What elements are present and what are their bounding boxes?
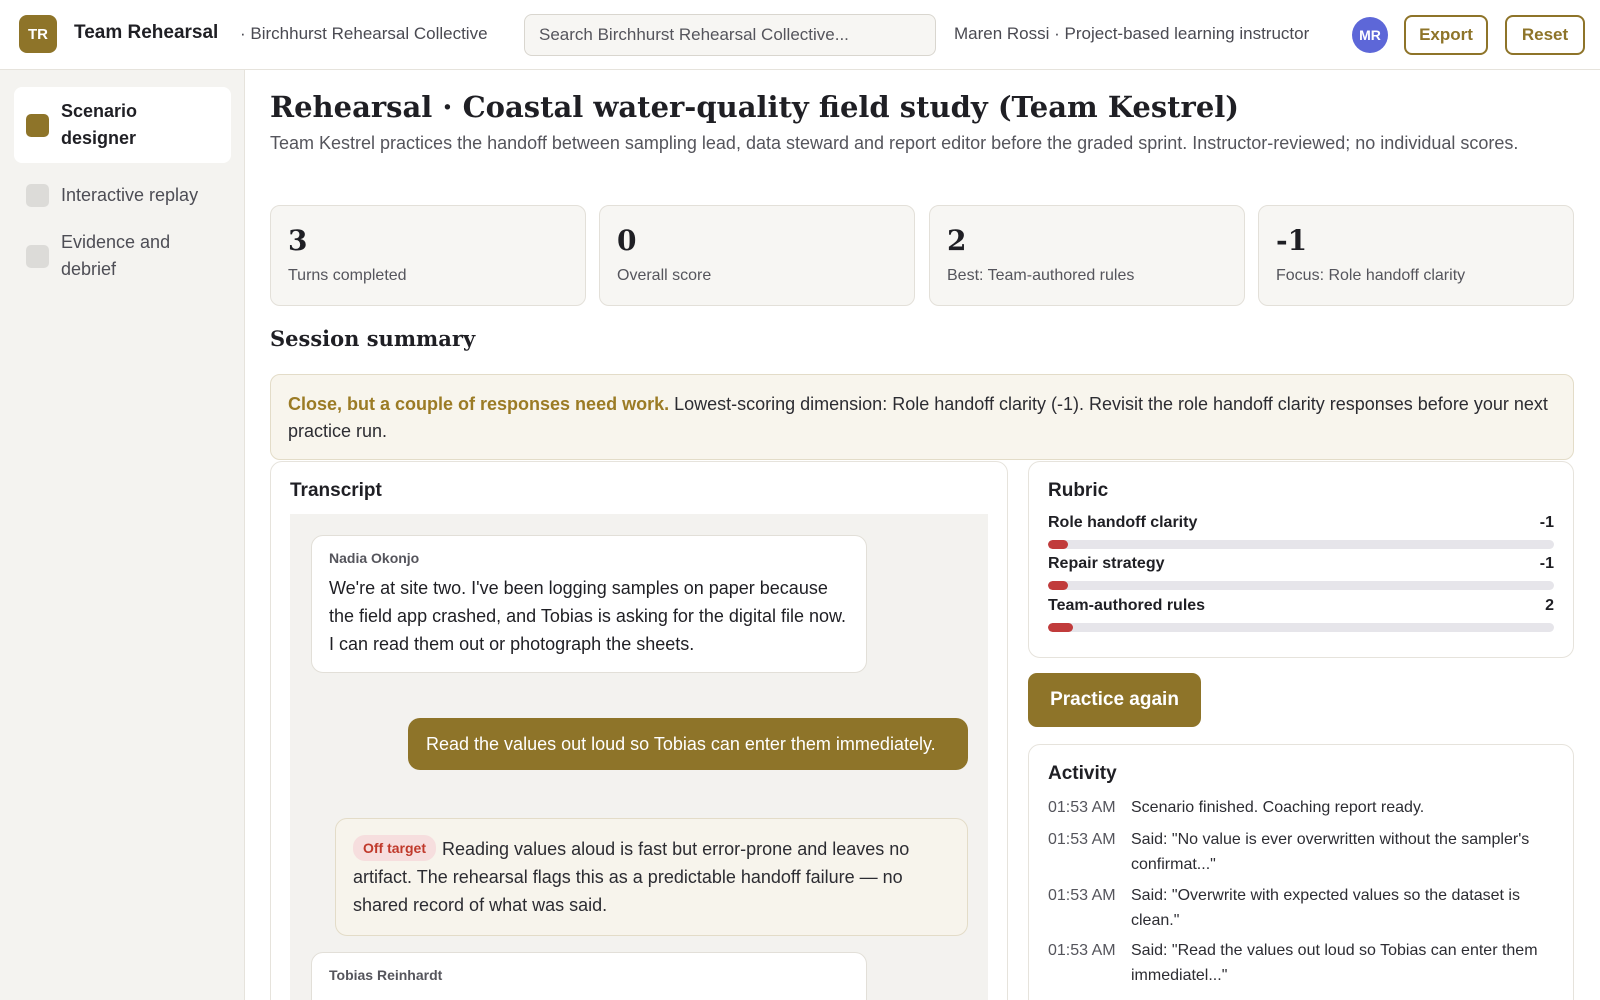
off-target-badge: Off target xyxy=(353,835,436,861)
nav-square-icon xyxy=(26,244,49,268)
activity-item: 01:53 AM Said: "Read the values out loud… xyxy=(1048,938,1558,988)
nav-square-icon xyxy=(26,183,49,207)
activity-item: 01:53 AM Said: "Overwrite with expected … xyxy=(1048,883,1558,933)
transcript-message: Nadia Okonjo We're at site two. I've bee… xyxy=(311,535,867,673)
activity-title: Activity xyxy=(1048,763,1117,784)
stat-card: -1 Focus: Role handoff clarity xyxy=(1258,205,1574,306)
rubric-bar-track xyxy=(1048,540,1554,549)
stat-label: Overall score xyxy=(617,267,712,284)
feedback-message: Off target Reading values aloud is fast b… xyxy=(335,818,968,936)
practice-again-button[interactable]: Practice again xyxy=(1028,673,1201,727)
activity-time: 01:53 AM xyxy=(1048,799,1116,816)
transcript-panel: Transcript Nadia Okonjo We're at site tw… xyxy=(270,461,1008,1000)
message-author: Tobias Reinhardt xyxy=(329,967,443,983)
rubric-dimension: Team-authored rules xyxy=(1048,597,1206,614)
rubric-bar-track xyxy=(1048,581,1554,590)
rubric-panel: Rubric Role handoff clarity -1 Repair st… xyxy=(1028,461,1574,658)
nav-square-icon xyxy=(26,113,49,137)
sidebar-item-label: Scenario designer xyxy=(61,101,138,148)
stat-card: 3 Turns completed xyxy=(270,205,586,306)
rubric-bar-fill xyxy=(1048,581,1069,590)
rubric-score: -1 xyxy=(1539,514,1554,531)
activity-text: Said: "Read the values out loud so Tobia… xyxy=(1131,942,1538,984)
stat-value: 3 xyxy=(288,224,308,257)
activity-text: Scenario finished. Coaching report ready… xyxy=(1131,799,1425,816)
transcript-message: Tobias Reinhardt xyxy=(311,952,867,1000)
rubric-title: Rubric xyxy=(1048,480,1109,501)
activity-panel: Activity 01:53 AM Scenario finished. Coa… xyxy=(1028,744,1574,1000)
session-summary-heading: Session summary xyxy=(270,326,476,351)
sidebar: Scenario designer Interactive replay Evi… xyxy=(0,70,245,1000)
stat-label: Turns completed xyxy=(288,267,407,284)
sidebar-item-interactive-replay[interactable]: Interactive replay xyxy=(14,175,231,215)
app-title: Team Rehearsal xyxy=(74,22,219,43)
rubric-row: Team-authored rules 2 xyxy=(1048,597,1554,632)
page-subtitle: Team Kestrel practices the handoff betwe… xyxy=(270,133,1519,153)
app-logo: TR xyxy=(19,15,57,53)
stat-value: -1 xyxy=(1276,224,1308,257)
sidebar-item-scenario-designer[interactable]: Scenario designer xyxy=(14,87,231,163)
activity-time: 01:53 AM xyxy=(1048,942,1116,959)
transcript-scroll-area[interactable]: Nadia Okonjo We're at site two. I've bee… xyxy=(290,514,988,1000)
rubric-dimension: Role handoff clarity xyxy=(1048,514,1198,531)
message-author: Nadia Okonjo xyxy=(329,550,420,566)
rubric-score: -1 xyxy=(1539,555,1554,572)
activity-text: Said: "No value is ever overwritten with… xyxy=(1131,831,1530,873)
activity-item: 01:53 AM Said: "No value is ever overwri… xyxy=(1048,827,1558,877)
summary-callout: Close, but a couple of responses need wo… xyxy=(270,374,1574,460)
rubric-row: Role handoff clarity -1 xyxy=(1048,514,1554,549)
export-button[interactable]: Export xyxy=(1404,15,1488,55)
rubric-score: 2 xyxy=(1545,597,1554,614)
user-response-message: Read the values out loud so Tobias can e… xyxy=(408,718,968,770)
activity-item: 01:53 AM Scenario finished. Coaching rep… xyxy=(1048,795,1558,820)
stat-card: 2 Best: Team-authored rules xyxy=(929,205,1245,306)
feedback-text: Reading values aloud is fast but error-p… xyxy=(353,839,910,915)
transcript-title: Transcript xyxy=(290,480,382,501)
avatar[interactable]: MR xyxy=(1352,17,1388,53)
rubric-row: Repair strategy -1 xyxy=(1048,555,1554,590)
stat-label: Best: Team-authored rules xyxy=(947,267,1135,284)
rubric-bar-fill xyxy=(1048,623,1074,632)
activity-text: Said: "Overwrite with expected values so… xyxy=(1131,887,1520,929)
message-text: We're at site two. I've been logging sam… xyxy=(329,578,846,654)
stat-value: 0 xyxy=(617,224,637,257)
sidebar-item-label: Evidence and debrief xyxy=(61,232,171,279)
stat-value: 2 xyxy=(947,224,967,257)
stat-label: Focus: Role handoff clarity xyxy=(1276,267,1466,284)
top-bar: TR Team Rehearsal · Birchhurst Rehearsal… xyxy=(0,0,1600,70)
org-name: · Birchhurst Rehearsal Collective xyxy=(240,24,488,43)
rubric-bar-track xyxy=(1048,623,1554,632)
activity-time: 01:53 AM xyxy=(1048,887,1116,904)
sidebar-item-label: Interactive replay xyxy=(61,184,199,205)
stat-card: 0 Overall score xyxy=(599,205,915,306)
rubric-dimension: Repair strategy xyxy=(1048,555,1165,572)
activity-time: 01:53 AM xyxy=(1048,831,1116,848)
search-input[interactable] xyxy=(524,14,936,56)
rubric-bar-fill xyxy=(1048,540,1069,549)
reset-button[interactable]: Reset xyxy=(1505,15,1585,55)
sidebar-item-evidence-debrief[interactable]: Evidence and debrief xyxy=(14,225,231,287)
page-title: Rehearsal · Coastal water-quality field … xyxy=(270,90,1240,124)
user-info: Maren Rossi · Project-based learning ins… xyxy=(954,24,1310,43)
summary-verdict: Close, but a couple of responses need wo… xyxy=(288,394,670,414)
